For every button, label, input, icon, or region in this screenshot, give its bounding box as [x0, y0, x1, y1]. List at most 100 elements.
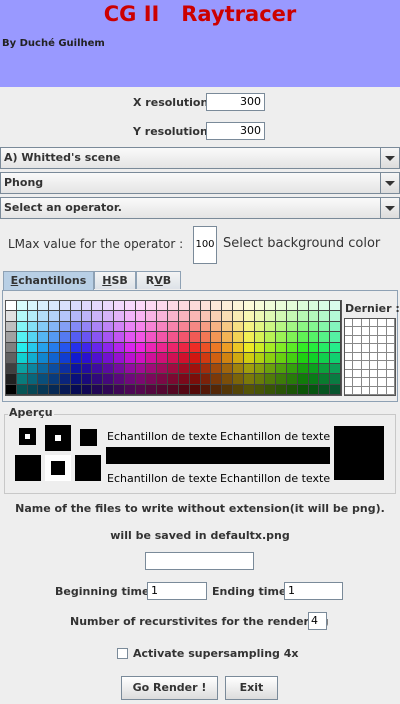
- color-swatch[interactable]: [27, 384, 39, 395]
- color-swatch[interactable]: [157, 384, 169, 395]
- color-swatch[interactable]: [6, 374, 17, 385]
- scene-dropdown[interactable]: A) Whitted's scene: [0, 147, 400, 169]
- color-swatch[interactable]: [16, 301, 28, 312]
- color-swatch[interactable]: [222, 342, 233, 354]
- color-swatch[interactable]: [157, 363, 169, 375]
- color-swatch[interactable]: [276, 374, 287, 385]
- recent-swatch[interactable]: [369, 352, 379, 362]
- color-swatch[interactable]: [27, 353, 39, 364]
- color-swatch[interactable]: [319, 342, 331, 354]
- color-swatch[interactable]: [189, 353, 201, 364]
- color-swatch[interactable]: [178, 332, 190, 343]
- color-swatch[interactable]: [124, 301, 136, 312]
- recent-swatch[interactable]: [386, 335, 395, 345]
- recent-swatch[interactable]: [378, 327, 387, 336]
- color-swatch[interactable]: [189, 311, 201, 322]
- color-swatch[interactable]: [265, 374, 277, 385]
- color-swatch[interactable]: [114, 384, 125, 395]
- color-swatch[interactable]: [27, 374, 39, 385]
- color-swatch[interactable]: [319, 353, 331, 364]
- color-swatch[interactable]: [103, 363, 115, 375]
- chevron-down-icon[interactable]: [380, 173, 399, 193]
- color-swatch[interactable]: [200, 363, 212, 375]
- color-swatch[interactable]: [124, 311, 136, 322]
- color-swatch[interactable]: [211, 363, 223, 375]
- color-swatch[interactable]: [319, 374, 331, 385]
- color-swatch[interactable]: [297, 363, 309, 375]
- color-swatch[interactable]: [200, 353, 212, 364]
- recent-swatch[interactable]: [353, 386, 362, 395]
- recent-swatch[interactable]: [369, 344, 379, 353]
- color-swatch[interactable]: [232, 353, 244, 364]
- recent-swatch[interactable]: [369, 361, 379, 370]
- color-swatch[interactable]: [114, 353, 125, 364]
- color-swatch[interactable]: [178, 321, 190, 333]
- color-swatch[interactable]: [286, 332, 298, 343]
- color-swatch[interactable]: [103, 301, 115, 312]
- color-swatch[interactable]: [16, 311, 28, 322]
- color-swatch[interactable]: [276, 342, 287, 354]
- color-swatch[interactable]: [189, 374, 201, 385]
- color-swatch[interactable]: [276, 332, 287, 343]
- color-swatch[interactable]: [168, 321, 179, 333]
- recent-swatch[interactable]: [369, 369, 379, 379]
- recent-swatch[interactable]: [361, 327, 370, 336]
- color-swatch[interactable]: [92, 384, 104, 395]
- color-swatch[interactable]: [157, 321, 169, 333]
- color-swatch[interactable]: [16, 321, 28, 333]
- color-swatch[interactable]: [6, 301, 17, 312]
- color-swatch[interactable]: [254, 342, 266, 354]
- color-swatch[interactable]: [70, 384, 82, 395]
- color-swatch[interactable]: [276, 353, 287, 364]
- color-swatch[interactable]: [81, 374, 93, 385]
- color-swatch[interactable]: [38, 321, 50, 333]
- color-swatch[interactable]: [38, 374, 50, 385]
- color-swatch[interactable]: [103, 311, 115, 322]
- color-swatch[interactable]: [254, 321, 266, 333]
- color-swatch[interactable]: [81, 353, 93, 364]
- color-swatch[interactable]: [38, 363, 50, 375]
- color-swatch[interactable]: [92, 342, 104, 354]
- color-swatch[interactable]: [70, 353, 82, 364]
- color-swatch[interactable]: [6, 363, 17, 375]
- color-swatch[interactable]: [178, 384, 190, 395]
- color-swatch[interactable]: [211, 342, 223, 354]
- color-swatch[interactable]: [114, 363, 125, 375]
- color-swatch[interactable]: [222, 301, 233, 312]
- color-swatch[interactable]: [157, 342, 169, 354]
- recent-swatch[interactable]: [378, 378, 387, 387]
- color-swatch[interactable]: [114, 342, 125, 354]
- color-swatch[interactable]: [254, 311, 266, 322]
- color-swatch[interactable]: [16, 342, 28, 354]
- color-swatch[interactable]: [38, 384, 50, 395]
- color-swatch[interactable]: [60, 342, 71, 354]
- color-swatch[interactable]: [38, 342, 50, 354]
- color-swatch[interactable]: [330, 342, 341, 354]
- color-swatch[interactable]: [49, 353, 61, 364]
- color-swatch[interactable]: [308, 353, 320, 364]
- color-swatch[interactable]: [211, 311, 223, 322]
- color-swatch[interactable]: [178, 311, 190, 322]
- recent-swatch[interactable]: [361, 386, 370, 395]
- recent-swatch[interactable]: [386, 319, 395, 328]
- color-swatch[interactable]: [27, 363, 39, 375]
- color-swatch[interactable]: [6, 353, 17, 364]
- color-swatch[interactable]: [49, 374, 61, 385]
- color-swatch[interactable]: [60, 374, 71, 385]
- color-swatch[interactable]: [254, 332, 266, 343]
- color-swatch[interactable]: [308, 301, 320, 312]
- color-swatch[interactable]: [308, 342, 320, 354]
- color-swatch[interactable]: [16, 353, 28, 364]
- color-swatch[interactable]: [114, 332, 125, 343]
- color-swatch[interactable]: [168, 353, 179, 364]
- color-swatch[interactable]: [49, 332, 61, 343]
- color-swatch[interactable]: [146, 301, 158, 312]
- recent-swatch[interactable]: [378, 319, 387, 328]
- color-swatch[interactable]: [232, 311, 244, 322]
- color-swatch[interactable]: [81, 384, 93, 395]
- color-swatch[interactable]: [135, 311, 147, 322]
- color-swatch[interactable]: [103, 384, 115, 395]
- color-swatch[interactable]: [135, 384, 147, 395]
- recent-swatch[interactable]: [386, 352, 395, 362]
- color-swatch[interactable]: [146, 374, 158, 385]
